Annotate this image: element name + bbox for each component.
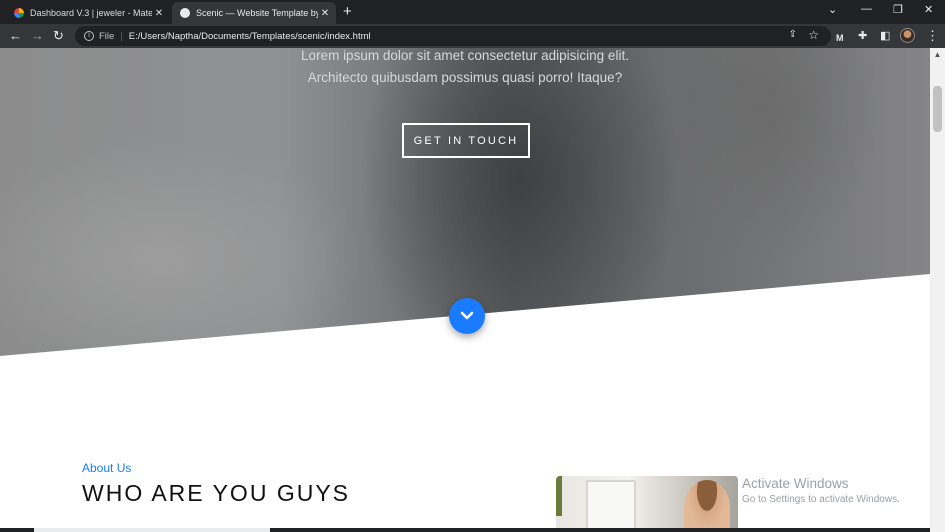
globe-icon bbox=[180, 8, 190, 18]
about-eyebrow: About Us bbox=[82, 461, 132, 475]
tab-title: Scenic — Website Template by C bbox=[196, 8, 318, 18]
side-panel-icon[interactable]: ◧ bbox=[880, 28, 890, 44]
share-icon[interactable]: ⇪ bbox=[789, 29, 797, 40]
hero-text-line-1: Lorem ipsum dolor sit amet consectetur a… bbox=[301, 48, 629, 63]
window-close-button[interactable]: ✕ bbox=[924, 3, 933, 16]
tab-title: Dashboard V.3 | jeweler - Materi bbox=[30, 8, 152, 18]
get-in-touch-button[interactable]: GET IN TOUCH bbox=[402, 123, 530, 158]
extensions-puzzle-icon[interactable]: ✚ bbox=[858, 28, 867, 44]
vertical-scrollbar[interactable]: ▲ bbox=[930, 48, 945, 532]
menu-kebab-icon[interactable]: ⋮ bbox=[926, 28, 939, 44]
extension-m-icon[interactable]: M bbox=[836, 30, 844, 46]
info-icon[interactable]: i bbox=[84, 31, 94, 41]
hero-text-line-2: Architecto quibusdam possimus quasi porr… bbox=[307, 70, 623, 85]
address-url[interactable]: E:/Users/Naptha/Documents/Templates/scen… bbox=[129, 31, 371, 42]
watermark-subtitle: Go to Settings to activate Windows. bbox=[742, 494, 900, 505]
bookmark-star-icon[interactable]: ☆ bbox=[808, 28, 819, 42]
forward-arrow-icon[interactable]: → bbox=[31, 28, 44, 44]
address-bar[interactable]: i File | E:/Users/Naptha/Documents/Templ… bbox=[75, 26, 831, 46]
address-scheme-label: File bbox=[99, 30, 115, 42]
taskbar-highlight bbox=[34, 528, 270, 532]
activate-windows-watermark: Activate Windows Go to Settings to activ… bbox=[742, 476, 900, 505]
about-heading: WHO ARE YOU GUYS bbox=[82, 480, 351, 506]
window-shape bbox=[586, 480, 636, 532]
page-viewport: Lorem ipsum dolor sit amet consectetur a… bbox=[0, 48, 930, 532]
browser-toolbar: ← → ↻ i File | E:/Users/Naptha/Documents… bbox=[0, 24, 945, 48]
tab-scenic[interactable]: Scenic — Website Template by C ✕ bbox=[172, 2, 336, 24]
restore-button[interactable]: ❐ bbox=[893, 3, 903, 16]
profile-avatar[interactable] bbox=[900, 28, 915, 43]
tab-dashboard[interactable]: Dashboard V.3 | jeweler - Materi ✕ bbox=[6, 2, 170, 24]
chevron-down-icon bbox=[460, 311, 474, 320]
about-photo bbox=[556, 476, 738, 532]
scrollbar-thumb[interactable] bbox=[933, 86, 942, 132]
tab-close-icon[interactable]: ✕ bbox=[152, 8, 166, 19]
tab-close-icon[interactable]: ✕ bbox=[318, 8, 332, 19]
scroll-down-button[interactable] bbox=[449, 298, 485, 334]
reload-icon[interactable]: ↻ bbox=[53, 28, 64, 44]
tab-search-icon[interactable]: ⌄ bbox=[828, 3, 837, 16]
taskbar-strip bbox=[0, 528, 930, 532]
person-shape bbox=[684, 480, 730, 532]
watermark-title: Activate Windows bbox=[742, 476, 849, 491]
new-tab-button[interactable]: + bbox=[343, 3, 352, 20]
browser-tab-strip: Dashboard V.3 | jeweler - Materi ✕ Sceni… bbox=[0, 0, 945, 24]
favicon-icon bbox=[14, 8, 24, 18]
back-arrow-icon[interactable]: ← bbox=[9, 28, 22, 44]
plant-shape bbox=[556, 476, 562, 516]
minimize-button[interactable]: — bbox=[861, 3, 872, 15]
address-separator: | bbox=[120, 30, 123, 42]
scroll-up-arrow-icon[interactable]: ▲ bbox=[930, 48, 945, 62]
